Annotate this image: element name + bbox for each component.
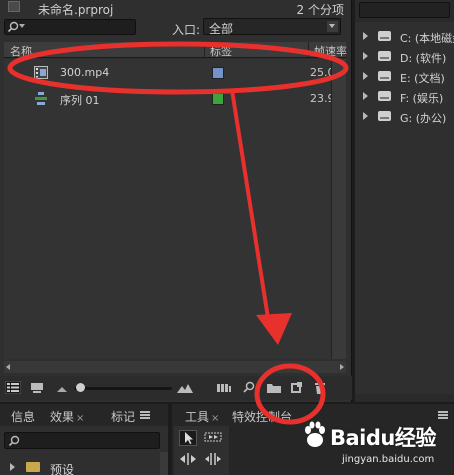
column-header-row: 名称 标签 帧速率 xyxy=(4,42,347,59)
tab-effects[interactable]: 效果 × xyxy=(50,408,84,425)
expand-arrow-icon[interactable] xyxy=(363,52,368,60)
thumbnail-zoom-slider[interactable] xyxy=(74,387,172,390)
close-icon[interactable]: × xyxy=(76,413,84,424)
drive-name: F: (娱乐) xyxy=(400,92,444,105)
folder-icon xyxy=(26,462,40,472)
list-item[interactable]: 序列 01 23.9 xyxy=(4,88,335,110)
column-header-label[interactable]: 标签 xyxy=(210,43,232,59)
hard-drive-icon xyxy=(378,51,391,61)
list-item[interactable]: 预设 xyxy=(4,458,160,475)
entry-label: 入口: xyxy=(172,23,201,37)
list-view-icon[interactable] xyxy=(5,381,21,394)
list-vertical-scrollbar[interactable] xyxy=(331,59,346,359)
rolling-edit-tool-icon[interactable] xyxy=(204,452,222,468)
preset-folder-label: 预设 xyxy=(50,463,75,475)
tab-label: 标记 xyxy=(111,410,136,424)
effects-search-input[interactable] xyxy=(4,432,160,449)
list-item[interactable]: F: (娱乐) xyxy=(355,86,454,106)
hard-drive-icon xyxy=(378,71,391,81)
project-bottom-toolbar xyxy=(0,376,352,400)
zoom-small-icon[interactable] xyxy=(56,381,68,394)
list-item[interactable]: G: (办公) xyxy=(355,106,454,126)
project-panel: 未命名.prproj 2 个分项 入口: 全部 名称 标签 帧速率 300.mp… xyxy=(0,0,352,402)
tools-palette xyxy=(174,426,229,475)
hard-drive-icon xyxy=(378,111,391,121)
slider-handle[interactable] xyxy=(76,383,85,392)
entry-dropdown-value: 全部 xyxy=(209,22,234,36)
column-divider[interactable] xyxy=(204,42,205,58)
track-select-tool-icon[interactable] xyxy=(204,430,222,446)
watermark-brand: Baidu经验 xyxy=(330,426,436,450)
list-item[interactable]: C: (本地磁盘) xyxy=(355,26,454,46)
sequence-icon xyxy=(35,92,47,105)
column-header-rate[interactable]: 帧速率 xyxy=(314,43,347,59)
item-name: 300.mp4 xyxy=(60,66,110,79)
list-item[interactable]: 300.mp4 25.0 xyxy=(4,62,335,84)
expand-arrow-icon[interactable] xyxy=(363,32,368,40)
tab-markers[interactable]: 标记 xyxy=(111,408,135,425)
project-title: 未命名.prproj xyxy=(38,3,114,17)
list-item[interactable]: D: (软件) xyxy=(355,46,454,66)
tab-label: 信息 xyxy=(11,410,36,424)
new-bin-icon[interactable] xyxy=(266,381,282,394)
baidu-jingyan-watermark: Baidu经验 jingyan.baidu.com xyxy=(300,418,452,475)
expand-arrow-icon[interactable] xyxy=(10,463,15,471)
search-options-chevron-icon[interactable] xyxy=(19,24,25,28)
effects-panel: 信息 效果 × 标记 预设 xyxy=(0,404,168,475)
media-browser-panel: C: (本地磁盘) D: (软件) E: (文档) F: (娱乐) G: (办公… xyxy=(355,0,454,402)
search-icon xyxy=(7,21,19,33)
tab-label: 特效控制台 xyxy=(232,410,293,424)
project-header: 未命名.prproj 2 个分项 xyxy=(0,0,352,17)
zoom-large-icon[interactable] xyxy=(176,381,194,394)
media-browser-path-dropdown[interactable] xyxy=(359,2,450,18)
item-count: 2 个分项 xyxy=(296,3,344,17)
baidu-paw-logo-icon xyxy=(305,421,325,447)
drive-name: C: (本地磁盘) xyxy=(400,32,454,45)
tab-label: 效果 xyxy=(50,410,75,424)
tab-label: 工具 xyxy=(185,410,210,424)
drive-list: C: (本地磁盘) D: (软件) E: (文档) F: (娱乐) G: (办公… xyxy=(355,22,454,394)
tab-effect-controls[interactable]: 特效控制台 xyxy=(232,408,292,425)
list-item[interactable]: E: (文档) xyxy=(355,66,454,86)
watermark-url: jingyan.baidu.com xyxy=(342,454,435,465)
drive-name: E: (文档) xyxy=(400,72,445,85)
automate-to-sequence-icon[interactable] xyxy=(216,381,232,394)
project-file-icon xyxy=(8,1,20,12)
project-search-row: 入口: 全部 xyxy=(0,17,352,39)
entry-dropdown[interactable]: 全部 xyxy=(203,18,341,36)
find-icon[interactable] xyxy=(243,381,256,394)
list-horizontal-scrollbar[interactable] xyxy=(4,361,346,373)
hard-drive-icon xyxy=(378,91,391,101)
drive-name: G: (办公) xyxy=(400,112,447,125)
column-header-name[interactable]: 名称 xyxy=(10,43,32,59)
panel-tab-strip: 信息 效果 × 标记 xyxy=(0,404,168,426)
chevron-down-icon[interactable] xyxy=(327,21,338,32)
scroll-right-icon[interactable] xyxy=(340,364,344,370)
drive-name: D: (软件) xyxy=(400,52,447,65)
hard-drive-icon xyxy=(378,31,391,41)
label-color-swatch xyxy=(212,93,224,105)
column-divider[interactable] xyxy=(308,42,309,58)
video-clip-icon xyxy=(34,66,48,79)
tab-info[interactable]: 信息 xyxy=(11,408,35,425)
expand-arrow-icon[interactable] xyxy=(363,72,368,80)
expand-arrow-icon[interactable] xyxy=(363,92,368,100)
selection-tool-icon[interactable] xyxy=(179,430,197,446)
effects-scrollbar[interactable] xyxy=(160,452,168,475)
new-item-icon[interactable] xyxy=(290,381,303,394)
ripple-edit-tool-icon[interactable] xyxy=(179,452,197,468)
icon-view-icon[interactable] xyxy=(30,381,44,394)
item-name: 序列 01 xyxy=(60,94,100,107)
tab-tools[interactable]: 工具 × xyxy=(185,408,219,425)
clear-icon[interactable] xyxy=(314,381,326,395)
project-item-list: 300.mp4 25.0 序列 01 23.9 xyxy=(4,59,335,359)
panel-menu-icon[interactable] xyxy=(140,411,150,419)
search-icon xyxy=(8,435,20,447)
expand-arrow-icon[interactable] xyxy=(363,112,368,120)
close-icon[interactable]: × xyxy=(211,413,219,424)
scroll-left-icon[interactable] xyxy=(6,364,10,370)
label-color-swatch xyxy=(212,67,224,79)
project-search-input[interactable] xyxy=(4,19,136,35)
